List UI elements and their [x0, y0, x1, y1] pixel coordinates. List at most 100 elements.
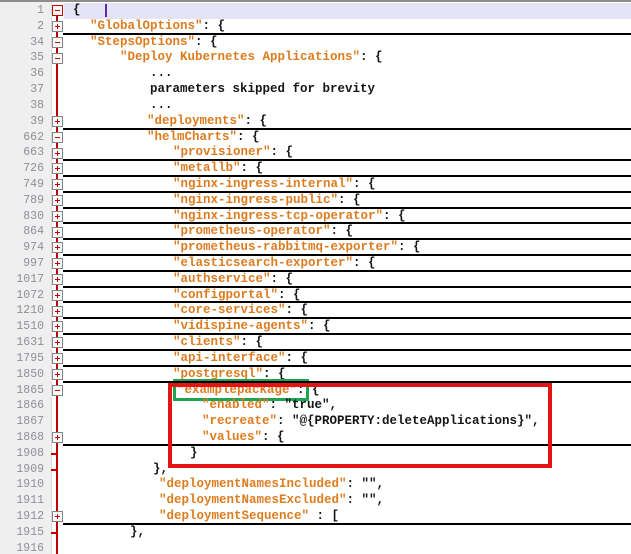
- code-line-1867[interactable]: 1867 "recreate": "@{PROPERTY:deleteApplic…: [0, 414, 631, 430]
- code-line-1912[interactable]: 1912"deploymentSequence" : [: [0, 509, 631, 525]
- collapsed-fold-line: [63, 33, 631, 35]
- code-line-1210[interactable]: 1210"core-services": {: [0, 303, 631, 319]
- fold-expand-box[interactable]: [52, 369, 63, 380]
- code-line-864[interactable]: 864"prometheus-operator": {: [0, 224, 631, 240]
- line-number: 1: [0, 3, 44, 19]
- json-key: "api-interface": [173, 351, 286, 365]
- code-line-39[interactable]: 39"deployments": {: [0, 114, 631, 130]
- fold-expand-box[interactable]: [52, 290, 63, 301]
- fold-expand-box[interactable]: [52, 321, 63, 332]
- code-line-1[interactable]: 1{: [0, 3, 631, 19]
- code-line-1510[interactable]: 1510"vidispine-agents": {: [0, 319, 631, 335]
- line-number: 1867: [0, 414, 44, 430]
- code-token: : {: [271, 145, 294, 159]
- code-line-830[interactable]: 830"nginx-ingress-tcp-operator": {: [0, 209, 631, 225]
- code-line-1072[interactable]: 1072"configportal": {: [0, 288, 631, 304]
- code-line-35[interactable]: 35"Deploy Kubernetes Applications": {: [0, 50, 631, 66]
- collapsed-fold-line: [63, 270, 631, 272]
- code-line-37[interactable]: 37parameters skipped for brevity: [0, 82, 631, 98]
- json-key: "configportal": [173, 288, 278, 302]
- line-number: 35: [0, 50, 44, 66]
- fold-expand-box[interactable]: [52, 227, 63, 238]
- fold-collapse-box[interactable]: [52, 53, 63, 64]
- code-token: {: [305, 383, 320, 397]
- code-line-1916[interactable]: 1916: [0, 541, 631, 554]
- code-token: : {: [308, 319, 331, 333]
- line-number: 38: [0, 98, 44, 114]
- code-line-663[interactable]: 663"provisioner": {: [0, 145, 631, 161]
- code-text: "recreate": "@{PROPERTY:deleteApplicatio…: [202, 414, 540, 430]
- collapsed-fold-line: [63, 207, 631, 209]
- code-line-1915[interactable]: 1915},: [0, 525, 631, 541]
- collapsed-fold-line: [63, 159, 631, 161]
- code-token: ...: [150, 66, 173, 80]
- line-number: 1910: [0, 477, 44, 493]
- fold-expand-box[interactable]: [52, 242, 63, 253]
- fold-expand-box[interactable]: [52, 274, 63, 285]
- code-token: : "@{PROPERTY:deleteApplications}",: [277, 414, 540, 428]
- code-token: : {: [398, 240, 421, 254]
- code-line-2[interactable]: 2"GlobalOptions": {: [0, 19, 631, 35]
- code-line-38[interactable]: 38...: [0, 98, 631, 114]
- code-line-34[interactable]: 34"StepsOptions": {: [0, 35, 631, 51]
- fold-expand-box[interactable]: [52, 163, 63, 174]
- code-line-1909[interactable]: 1909},: [0, 462, 631, 478]
- line-number: 789: [0, 193, 44, 209]
- json-key: "prometheus-rabbitmq-exporter": [173, 240, 398, 254]
- fold-expand-box[interactable]: [52, 21, 63, 32]
- code-line-662[interactable]: 662"helmCharts": {: [0, 130, 631, 146]
- code-line-1908[interactable]: 1908}: [0, 446, 631, 462]
- code-token: : {: [338, 193, 361, 207]
- fold-collapse-box[interactable]: [52, 132, 63, 143]
- fold-expand-box[interactable]: [52, 258, 63, 269]
- json-key: "recreate": [202, 414, 277, 428]
- annotation-highlight-green: "examplepackage":: [177, 383, 305, 397]
- code-line-974[interactable]: 974"prometheus-rabbitmq-exporter": {: [0, 240, 631, 256]
- fold-expand-box[interactable]: [52, 179, 63, 190]
- code-line-1795[interactable]: 1795"api-interface": {: [0, 351, 631, 367]
- code-line-36[interactable]: 36...: [0, 66, 631, 82]
- fold-expand-box[interactable]: [52, 337, 63, 348]
- json-key: "examplepackage": [177, 383, 297, 397]
- code-line-1865[interactable]: 1865 "examplepackage": {: [0, 383, 631, 399]
- fold-expand-box[interactable]: [52, 148, 63, 159]
- fold-expand-box[interactable]: [52, 116, 63, 127]
- code-line-726[interactable]: 726"metallb": {: [0, 161, 631, 177]
- collapsed-fold-line: [63, 349, 631, 351]
- code-token: : {: [263, 367, 286, 381]
- code-line-749[interactable]: 749"nginx-ingress-internal": {: [0, 177, 631, 193]
- code-token: : "true",: [270, 398, 338, 412]
- line-number: 1865: [0, 383, 44, 399]
- code-text: "deploymentNamesExcluded": "",: [159, 493, 384, 509]
- fold-collapse-box[interactable]: [52, 37, 63, 48]
- code-area[interactable]: 1{2"GlobalOptions": {34"StepsOptions": {…: [0, 3, 631, 554]
- code-line-1868[interactable]: 1868"values": {: [0, 430, 631, 446]
- collapsed-fold-line: [63, 523, 631, 525]
- code-line-1910[interactable]: 1910"deploymentNamesIncluded": "",: [0, 477, 631, 493]
- line-number: 726: [0, 161, 44, 177]
- code-line-789[interactable]: 789"nginx-ingress-public": {: [0, 193, 631, 209]
- fold-expand-box[interactable]: [52, 211, 63, 222]
- code-line-1631[interactable]: 1631"clients": {: [0, 335, 631, 351]
- fold-collapse-box[interactable]: [52, 385, 63, 396]
- line-number: 1911: [0, 493, 44, 509]
- fold-expand-box[interactable]: [52, 511, 63, 522]
- fold-expand-box[interactable]: [52, 195, 63, 206]
- fold-expand-box[interactable]: [52, 306, 63, 317]
- collapsed-fold-line: [63, 381, 631, 383]
- code-token: : {: [203, 19, 226, 33]
- code-line-997[interactable]: 997"elasticsearch-exporter": {: [0, 256, 631, 272]
- code-line-1911[interactable]: 1911 "deploymentNamesExcluded": "",: [0, 493, 631, 509]
- code-line-1017[interactable]: 1017"authservice": {: [0, 272, 631, 288]
- fold-expand-box[interactable]: [52, 432, 63, 443]
- fold-collapse-box[interactable]: [52, 5, 63, 16]
- collapsed-fold-line: [63, 444, 631, 446]
- code-line-1850[interactable]: 1850"postgresql": {: [0, 367, 631, 383]
- fold-expand-box[interactable]: [52, 353, 63, 364]
- code-line-1866[interactable]: 1866"enabled": "true",: [0, 398, 631, 414]
- code-text: },: [130, 525, 145, 541]
- code-token: : {: [286, 351, 309, 365]
- line-number: 662: [0, 130, 44, 146]
- line-number: 1510: [0, 319, 44, 335]
- fold-end-tick: [51, 453, 57, 455]
